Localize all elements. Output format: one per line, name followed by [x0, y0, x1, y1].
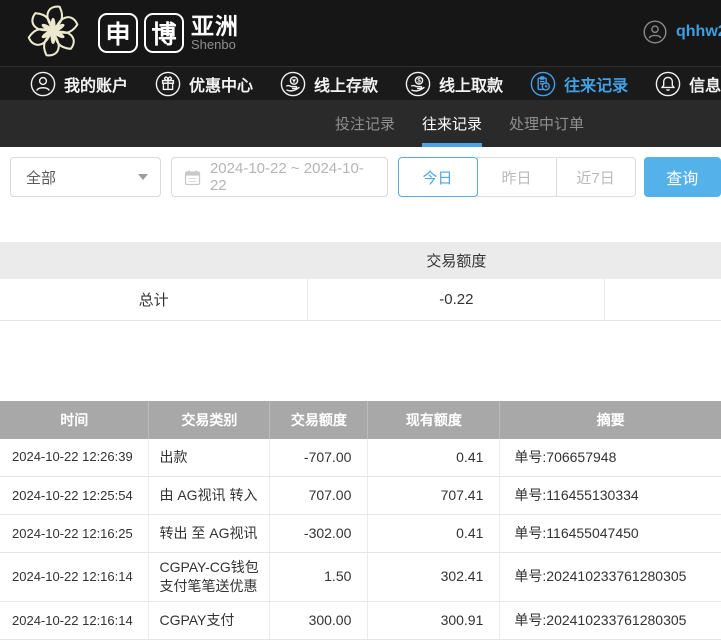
brand-logo[interactable]: 申 博 亚洲 Shenbo	[24, 3, 239, 64]
summary-total-label: 总计	[0, 279, 308, 321]
transactions-body: 2024-10-22 12:26:39 出款 -707.00 0.41 单号:7…	[0, 438, 721, 640]
date-range-input[interactable]: 2024-10-22 ~ 2024-10-22	[170, 157, 388, 197]
cell-type: 出款	[148, 438, 270, 477]
cell-time: 2024-10-22 12:16:25	[0, 514, 149, 553]
cell-summary: 单号:706657948	[499, 438, 721, 477]
cell-time: 2024-10-22 12:16:14	[0, 601, 149, 640]
records-tab-bar: 投注记录 往来记录 处理中订单	[0, 100, 721, 147]
cell-time: 2024-10-22 12:26:39	[0, 438, 149, 477]
nav-label: 线上取款	[439, 77, 504, 95]
cell-amount: 300.00	[269, 601, 368, 640]
cell-time: 2024-10-22 12:16:14	[0, 552, 149, 602]
gift-icon	[155, 71, 181, 97]
transfer-records-icon	[530, 71, 556, 97]
nav-label: 我的账户	[64, 77, 129, 95]
cell-type: 由 AG视讯 转入	[148, 476, 270, 515]
cell-balance: 302.41	[367, 552, 500, 602]
nav-item-online-withdrawal[interactable]: $ 线上取款	[405, 71, 503, 97]
top-header: 申 博 亚洲 Shenbo qhhw2	[0, 0, 721, 66]
cell-summary: 单号:202410233761280305	[499, 552, 721, 602]
cell-amount: -707.00	[269, 438, 368, 477]
user-account[interactable]: qhhw2	[643, 20, 721, 44]
summary-empty-cell	[604, 279, 721, 321]
nav-item-online-deposit[interactable]: 线上存款	[280, 71, 378, 97]
today-button[interactable]: 今日	[397, 157, 478, 197]
cell-amount: -302.00	[269, 514, 368, 553]
nav-label: 线上存款	[314, 77, 379, 95]
nav-item-transfer-records[interactable]: 往来记录	[530, 71, 628, 97]
tab-transfer-records[interactable]: 往来记录	[422, 100, 483, 147]
user-circle-icon	[643, 20, 667, 44]
cell-balance: 300.91	[367, 601, 500, 640]
logo-char-2: 博	[144, 13, 184, 53]
table-row: 2024-10-22 12:16:14 CGPAY-CG钱包支付笔笔送优惠 1.…	[0, 552, 721, 602]
nav-item-my-account[interactable]: 我的账户	[30, 71, 128, 97]
nav-label: 优惠中心	[189, 77, 254, 95]
summary-table: 交易额度 总计 -0.22	[0, 242, 721, 321]
nav-item-promotions[interactable]: 优惠中心	[155, 71, 253, 97]
date-range-value: 2024-10-22 ~ 2024-10-22	[209, 160, 364, 194]
transactions-table: 时间 交易类别 交易额度 现有额度 摘要 2024-10-22 12:26:39…	[0, 400, 721, 640]
col-header-amount: 交易额度	[269, 400, 369, 439]
withdraw-hand-coin-icon: $	[405, 71, 431, 97]
col-header-summary: 摘要	[499, 400, 721, 439]
table-row: 2024-10-22 12:16:25 转出 至 AG视讯 -302.00 0.…	[0, 514, 721, 553]
user-circle-icon	[30, 71, 56, 97]
tab-betting-records[interactable]: 投注记录	[335, 100, 395, 147]
search-button[interactable]: 查询	[643, 157, 721, 197]
cell-type: 转出 至 AG视讯	[148, 514, 270, 553]
logo-region-text: 亚洲	[191, 13, 239, 40]
transactions-header-row: 时间 交易类别 交易额度 现有额度 摘要	[0, 400, 721, 439]
nav-label: 往来记录	[564, 77, 629, 95]
cell-summary: 单号:202410233761280305	[499, 601, 721, 640]
table-row: 2024-10-22 12:25:54 由 AG视讯 转入 707.00 707…	[0, 476, 721, 515]
table-row: 2024-10-22 12:26:39 出款 -707.00 0.41 单号:7…	[0, 438, 721, 477]
deposit-hand-coin-icon	[280, 71, 306, 97]
last-7-days-button[interactable]: 近7日	[555, 157, 636, 197]
bell-icon	[655, 71, 681, 97]
logo-char-1: 申	[98, 13, 138, 53]
table-row: 2024-10-22 12:16:14 CGPAY支付 300.00 300.9…	[0, 601, 721, 640]
summary-header-amount: 交易额度	[307, 242, 605, 279]
quick-date-button-group: 今日 昨日 近7日	[397, 157, 636, 197]
nav-item-messages[interactable]: 信息	[655, 71, 721, 97]
summary-total-row: 总计 -0.22	[0, 279, 721, 321]
cell-type: CGPAY支付	[148, 601, 270, 640]
nav-label: 信息	[689, 77, 721, 95]
summary-header-empty	[0, 242, 308, 279]
yesterday-button[interactable]: 昨日	[476, 157, 557, 197]
cell-balance: 0.41	[367, 514, 500, 553]
main-navbar: 我的账户 优惠中心 线上存款 $ 线上取款 往来记录 信息	[0, 66, 721, 100]
category-select[interactable]: 全部	[10, 157, 161, 197]
flower-logo-icon	[24, 3, 84, 64]
svg-text:$: $	[417, 77, 421, 84]
cell-summary: 单号:116455047450	[499, 514, 721, 553]
summary-header-empty	[604, 242, 721, 279]
filter-bar: 全部 2024-10-22 ~ 2024-10-22 今日 昨日 近7日 查询	[0, 147, 721, 199]
calendar-icon	[184, 169, 201, 186]
cell-summary: 单号:116455130334	[499, 476, 721, 515]
logo-subtitle: Shenbo	[191, 37, 236, 53]
cell-type: CGPAY-CG钱包支付笔笔送优惠	[148, 552, 270, 602]
tab-processing-orders[interactable]: 处理中订单	[509, 100, 584, 147]
col-header-time: 时间	[0, 400, 150, 439]
category-select-value: 全部	[26, 169, 57, 187]
summary-total-value: -0.22	[307, 279, 605, 321]
col-header-type: 交易类别	[148, 400, 271, 439]
chevron-down-icon	[137, 174, 148, 180]
cell-amount: 707.00	[269, 476, 368, 515]
cell-balance: 707.41	[367, 476, 500, 515]
username-text[interactable]: qhhw2	[676, 23, 721, 41]
cell-amount: 1.50	[269, 552, 368, 602]
col-header-balance: 现有额度	[367, 400, 501, 439]
cell-balance: 0.41	[367, 438, 500, 477]
cell-time: 2024-10-22 12:25:54	[0, 476, 149, 515]
summary-header-row: 交易额度	[0, 242, 721, 279]
